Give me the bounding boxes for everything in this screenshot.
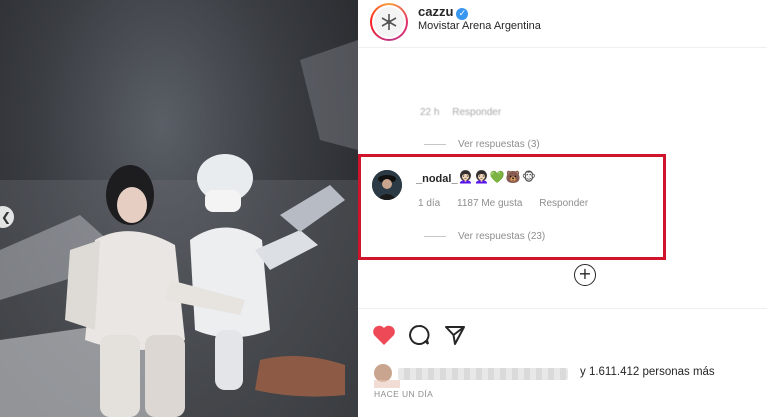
post-timestamp: HACE UN DÍA bbox=[374, 389, 434, 399]
post-location[interactable]: Movistar Arena Argentina bbox=[418, 20, 541, 32]
avatar[interactable] bbox=[370, 3, 408, 41]
comment-text: 👩🏻‍🦱👩🏻‍🦱💚🐻🐵 bbox=[458, 170, 537, 184]
likes-summary: y 1.611.412 personas más bbox=[374, 364, 754, 388]
view-replies-button[interactable]: Ver respuestas (23) bbox=[424, 231, 545, 242]
replies-divider-line bbox=[424, 235, 446, 237]
comment-avatar[interactable] bbox=[372, 170, 402, 200]
replies-divider-line bbox=[424, 143, 446, 145]
likes-count[interactable]: y 1.611.412 personas más bbox=[580, 366, 715, 378]
post-detail-panel: cazzu ✓ Movistar Arena Argentina 22 h Res… bbox=[358, 0, 767, 417]
comment-username[interactable]: _nodal_ bbox=[416, 173, 458, 185]
divider bbox=[358, 308, 767, 309]
previous-comment-meta: 22 h Responder bbox=[420, 107, 511, 118]
green-heart-icon: 💚 bbox=[489, 170, 506, 184]
comment-meta: 1 día 1187 Me gusta Responder bbox=[418, 198, 602, 209]
reply-button[interactable]: Responder bbox=[539, 198, 588, 209]
verified-icon: ✓ bbox=[456, 8, 469, 20]
person-silhouette-icon bbox=[372, 170, 402, 200]
post-photo: ❮ bbox=[0, 0, 358, 417]
post-username[interactable]: cazzu ✓ bbox=[418, 4, 469, 20]
concert-photo-illustration bbox=[0, 40, 358, 417]
emoji-animal-icon: 🐵 bbox=[521, 170, 537, 184]
blurred-names bbox=[398, 368, 568, 380]
comment-likes[interactable]: 1187 Me gusta bbox=[457, 198, 522, 209]
comment-icon[interactable] bbox=[408, 324, 430, 346]
post-header: cazzu ✓ Movistar Arena Argentina bbox=[358, 0, 767, 48]
view-replies-button[interactable]: Ver respuestas (3) bbox=[424, 139, 540, 150]
emoji-woman-icon: 👩🏻‍🦱 bbox=[473, 170, 490, 184]
blurred-content bbox=[374, 380, 400, 388]
profile-logo-icon bbox=[381, 14, 397, 30]
comment-time: 1 día bbox=[418, 198, 441, 209]
comment-time: 22 h bbox=[420, 107, 440, 118]
emoji-woman-icon: 👩🏻‍🦱 bbox=[458, 170, 474, 184]
add-circle-icon[interactable]: + bbox=[574, 264, 596, 286]
reply-button[interactable]: Responder bbox=[452, 107, 501, 118]
emoji-animal-icon: 🐻 bbox=[505, 170, 522, 184]
heart-icon[interactable] bbox=[372, 324, 396, 346]
share-icon[interactable] bbox=[444, 324, 466, 346]
